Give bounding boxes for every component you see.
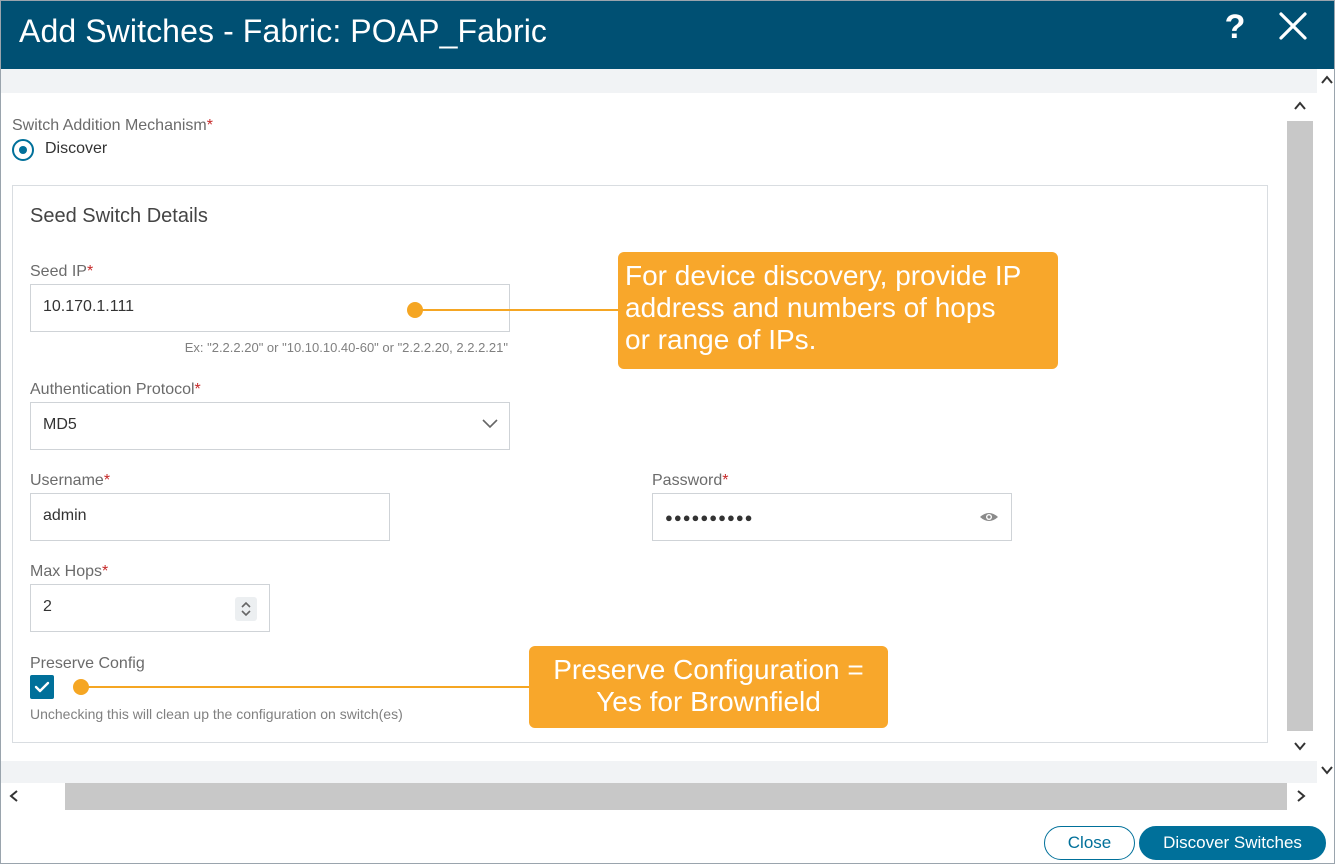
password-label: Password* (652, 472, 728, 490)
auth-protocol-label-text: Authentication Protocol (30, 381, 195, 398)
mechanism-label: Switch Addition Mechanism* (12, 117, 213, 135)
scroll-down-arrow-icon[interactable] (1320, 763, 1334, 777)
password-input[interactable]: ●●●●●●●●●● (652, 493, 1012, 541)
number-stepper-icon[interactable] (235, 597, 257, 621)
content-bottom-strip (1, 761, 1317, 783)
panel-title: Seed Switch Details (30, 205, 208, 227)
required-mark: * (722, 472, 729, 489)
horizontal-scroll-thumb[interactable] (65, 783, 1287, 810)
horizontal-scrollbar[interactable] (1, 783, 1317, 810)
seed-ip-value: 10.170.1.111 (43, 298, 135, 315)
seed-ip-label: Seed IP* (30, 263, 93, 281)
required-mark: * (103, 472, 111, 489)
dialog-title: Add Switches - Fabric: POAP_Fabric (19, 13, 548, 49)
close-button[interactable]: Close (1044, 826, 1135, 860)
password-masked-value: ●●●●●●●●●● (665, 510, 754, 525)
required-mark: * (102, 563, 109, 580)
inner-scroll-down-arrow-icon[interactable] (1293, 739, 1307, 753)
inner-vertical-scrollbar[interactable] (1287, 93, 1313, 761)
add-switches-dialog: Add Switches - Fabric: POAP_Fabric ? Swi… (0, 0, 1335, 864)
auth-protocol-value: MD5 (43, 416, 77, 433)
discover-switches-button[interactable]: Discover Switches (1139, 826, 1326, 860)
max-hops-label: Max Hops* (30, 563, 108, 581)
preserve-config-label: Preserve Config (30, 655, 145, 672)
inner-scroll-up-arrow-icon[interactable] (1293, 99, 1307, 113)
auth-protocol-select[interactable]: MD5 (30, 402, 510, 450)
outer-vertical-scrollbar[interactable] (1317, 69, 1334, 781)
chevron-down-icon[interactable] (481, 417, 499, 431)
max-hops-label-text: Max Hops (30, 563, 103, 580)
mechanism-label-text: Switch Addition Mechanism (12, 117, 207, 134)
password-label-text: Password (652, 472, 723, 489)
check-icon (34, 681, 50, 693)
dialog-header: Add Switches - Fabric: POAP_Fabric ? (1, 1, 1334, 69)
callout-line-1: Preserve Configuration = (553, 654, 864, 685)
scroll-left-arrow-icon[interactable] (7, 789, 21, 803)
callout-line-3: or range of IPs. (625, 324, 817, 355)
required-mark: * (86, 263, 94, 280)
auth-protocol-label: Authentication Protocol* (30, 381, 201, 399)
required-mark: * (206, 117, 213, 134)
radio-selected-dot (19, 146, 27, 154)
max-hops-value: 2 (43, 598, 52, 615)
username-value: admin (43, 507, 87, 524)
seed-ip-label-text: Seed IP (30, 263, 87, 280)
preserve-callout: Preserve Configuration = Yes for Brownfi… (529, 646, 888, 728)
username-label: Username* (30, 472, 110, 490)
discovery-callout: For device discovery, provide IP address… (618, 252, 1058, 369)
max-hops-input[interactable]: 2 (30, 584, 270, 632)
discover-radio-label[interactable]: Discover (45, 140, 107, 158)
username-label-text: Username (30, 472, 104, 489)
preserve-config-checkbox[interactable] (30, 675, 54, 699)
seed-ip-hint: Ex: "2.2.2.20" or "10.10.10.40-60" or "2… (184, 340, 508, 355)
callout-line-1: For device discovery, provide IP (625, 260, 1022, 291)
callout-line-2: address and numbers of hops (625, 292, 996, 323)
preserve-config-hint: Unchecking this will clean up the config… (30, 706, 403, 722)
discover-radio[interactable] (12, 139, 34, 161)
scroll-up-arrow-icon[interactable] (1320, 73, 1334, 87)
username-input[interactable]: admin (30, 493, 390, 541)
callout-pointer-line (415, 309, 619, 311)
question-icon[interactable]: ? (1223, 7, 1247, 47)
required-mark: * (194, 381, 201, 398)
eye-icon[interactable] (978, 508, 1000, 526)
scroll-right-arrow-icon[interactable] (1294, 789, 1308, 803)
content-top-strip (1, 69, 1317, 93)
callout-pointer-line (81, 686, 530, 688)
inner-scroll-thumb[interactable] (1287, 121, 1313, 731)
close-icon[interactable] (1276, 9, 1310, 43)
callout-line-2: Yes for Brownfield (596, 686, 821, 717)
seed-ip-input[interactable]: 10.170.1.111 (30, 284, 510, 332)
dialog-footer: Close Discover Switches (1, 810, 1334, 863)
